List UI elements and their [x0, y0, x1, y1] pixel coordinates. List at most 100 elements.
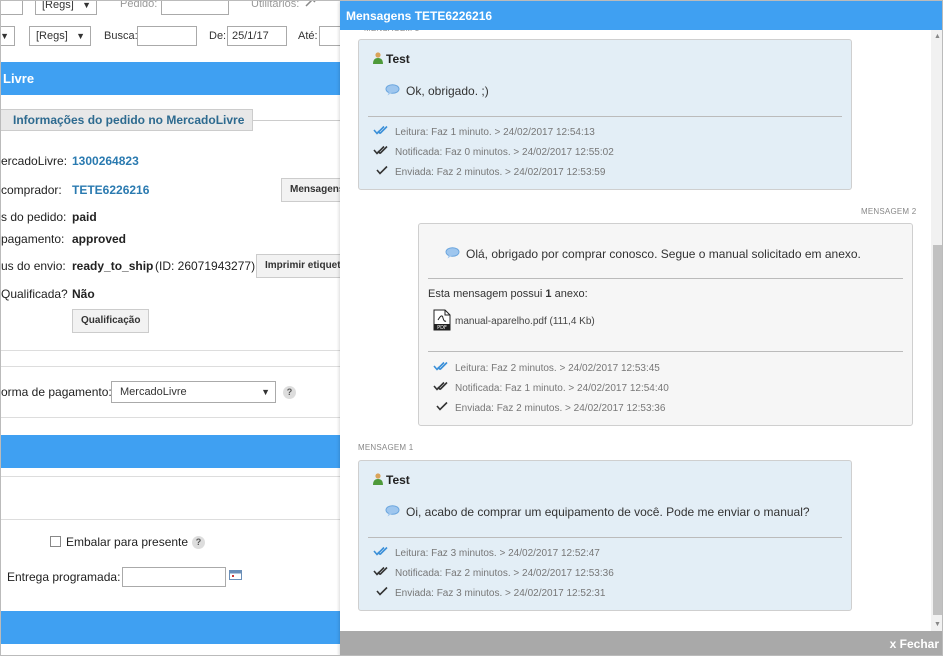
regs-value: [Regs]	[36, 30, 68, 42]
busca-input[interactable]	[137, 26, 197, 46]
forma-pagamento-label: orma de pagamento:	[1, 385, 112, 399]
check-icon	[376, 165, 388, 175]
double-check-icon	[373, 566, 388, 576]
row-label-order-status: s do pedido:	[1, 210, 67, 224]
message-divider	[368, 116, 842, 117]
message-card: Olá, obrigado por comprar conosco. Segue…	[418, 223, 913, 426]
user-icon	[373, 52, 383, 64]
message-label-cut: MENSAGEM 3	[364, 30, 419, 33]
message-label: MENSAGEM 1	[358, 443, 414, 452]
message-divider	[368, 537, 842, 538]
section-title: Livre	[3, 71, 35, 86]
message-text: Oi, acabo de comprar um equipamento de v…	[385, 505, 810, 519]
embalar-checkbox[interactable]	[50, 536, 61, 547]
scroll-down-icon[interactable]: ▼	[931, 618, 942, 631]
status-notified: Notificada: Faz 2 minutos. > 24/02/2017 …	[373, 566, 614, 579]
de-input[interactable]: 25/1/17	[227, 26, 287, 46]
svg-text:PDF: PDF	[437, 325, 447, 331]
tab-order-info[interactable]: Informações do pedido no MercadoLivre	[1, 109, 253, 131]
check-icon	[376, 586, 388, 596]
speech-bubble-icon	[385, 505, 400, 517]
double-check-blue-icon	[373, 125, 388, 135]
attachment-file[interactable]: PDF manual-aparelho.pdf (111,4 Kb)	[433, 309, 595, 331]
sender-name: Test	[386, 52, 410, 66]
modal-footer: x Fechar	[340, 631, 942, 655]
speech-bubble-icon	[445, 247, 460, 259]
status-sent: Enviada: Faz 3 minutos. > 24/02/2017 12:…	[373, 586, 605, 599]
row-label-shipping: us do envio:	[1, 259, 66, 273]
tools-icon[interactable]	[305, 1, 317, 7]
pedido-label: Pedido:	[120, 1, 158, 10]
messages-list[interactable]: MENSAGEM 3 Test Ok, obrigado. ;) Leitura…	[340, 30, 931, 631]
modal-header: Mensagens TETE6226216	[340, 1, 942, 30]
close-button[interactable]: x Fechar	[890, 637, 939, 651]
background-page: [Regs] ▼ Pedido: Utilitários: ▼ [Regs] ▼ B…	[1, 1, 341, 655]
utilitarios-label: Utilitários:	[251, 1, 300, 10]
row-value-id[interactable]: 1300264823	[72, 154, 139, 168]
message-body: Oi, acabo de comprar um equipamento de v…	[406, 505, 810, 519]
ate-input[interactable]	[319, 26, 341, 46]
calendar-icon[interactable]	[229, 569, 242, 580]
embalar-label: Embalar para presente	[66, 535, 189, 549]
status-read: Leitura: Faz 2 minutos. > 24/02/2017 12:…	[433, 361, 660, 374]
divider	[1, 366, 341, 367]
sender-name: Test	[386, 473, 410, 487]
divider	[1, 350, 341, 351]
attachment-title: Esta mensagem possui 1 anexo:	[428, 288, 588, 300]
double-check-blue-icon	[433, 361, 448, 371]
forma-pagamento-select[interactable]: MercadoLivre ▼	[111, 381, 276, 403]
modal-title: Mensagens TETE6226216	[346, 9, 493, 23]
qualificacao-button[interactable]: Qualificação	[72, 309, 150, 333]
double-check-icon	[433, 381, 448, 391]
entrega-input[interactable]	[122, 567, 226, 587]
message-divider	[428, 351, 903, 352]
imprimir-etiqueta-button[interactable]: Imprimir etiqueta	[256, 254, 341, 278]
status-read: Leitura: Faz 3 minutos. > 24/02/2017 12:…	[373, 546, 600, 559]
left-select[interactable]: ▼	[1, 26, 15, 46]
scroll-up-icon[interactable]: ▲	[931, 30, 942, 43]
check-icon	[436, 401, 448, 411]
top-left-field[interactable]	[1, 1, 23, 15]
chevron-down-icon: ▼	[76, 31, 85, 41]
section-header: Livre	[1, 62, 341, 95]
row-label-qualified: Qualificada?	[1, 287, 68, 301]
message-card: Test Oi, acabo de comprar um equipamento…	[358, 460, 852, 611]
row-value-buyer[interactable]: TETE6226216	[72, 183, 149, 197]
chevron-down-icon: ▼	[1, 27, 9, 45]
status-sent: Enviada: Faz 2 minutos. > 24/02/2017 12:…	[433, 401, 665, 414]
user-icon	[373, 473, 383, 485]
divider	[1, 519, 341, 520]
message-label: MENSAGEM 2	[861, 207, 917, 216]
row-value-shipping: ready_to_ship	[72, 259, 154, 273]
scroll-thumb[interactable]	[933, 245, 942, 615]
message-body: Olá, obrigado por comprar conosco. Segue…	[466, 247, 861, 261]
forma-pagamento-value: MercadoLivre	[120, 386, 187, 398]
scrollbar[interactable]: ▲ ▼	[931, 30, 942, 631]
help-icon[interactable]: ?	[283, 386, 296, 399]
top-regs-select[interactable]: [Regs] ▼	[35, 1, 97, 15]
ate-label: Até:	[298, 30, 318, 42]
row-label-buyer: comprador:	[1, 183, 62, 197]
pedido-input[interactable]	[161, 1, 229, 15]
divider	[1, 476, 341, 477]
status-notified: Notificada: Faz 1 minuto. > 24/02/2017 1…	[433, 381, 669, 394]
row-value-qualified: Não	[72, 287, 95, 301]
messages-modal: Mensagens TETE6226216 MENSAGEM 3 Test Ok…	[340, 1, 942, 655]
status-sent: Enviada: Faz 2 minutos. > 24/02/2017 12:…	[373, 165, 605, 178]
row-value-payment: approved	[72, 232, 127, 246]
double-check-icon	[373, 145, 388, 155]
message-sender: Test	[373, 52, 410, 66]
help-icon[interactable]: ?	[192, 536, 205, 549]
de-label: De:	[209, 30, 227, 42]
attachment-file-name[interactable]: manual-aparelho.pdf (111,4 Kb)	[455, 316, 595, 327]
mensagens-button[interactable]: Mensagens	[281, 178, 341, 202]
row-label-id: ercadoLivre:	[1, 154, 68, 168]
message-card: Test Ok, obrigado. ;) Leitura: Faz 1 min…	[358, 39, 852, 190]
regs-select[interactable]: [Regs] ▼	[29, 26, 91, 46]
row-value-order-status: paid	[72, 210, 97, 224]
status-notified: Notificada: Faz 0 minutos. > 24/02/2017 …	[373, 145, 614, 158]
pdf-file-icon: PDF	[433, 309, 451, 331]
message-body: Ok, obrigado. ;)	[406, 84, 489, 98]
status-read: Leitura: Faz 1 minuto. > 24/02/2017 12:5…	[373, 125, 595, 138]
message-text: Olá, obrigado por comprar conosco. Segue…	[445, 247, 861, 261]
